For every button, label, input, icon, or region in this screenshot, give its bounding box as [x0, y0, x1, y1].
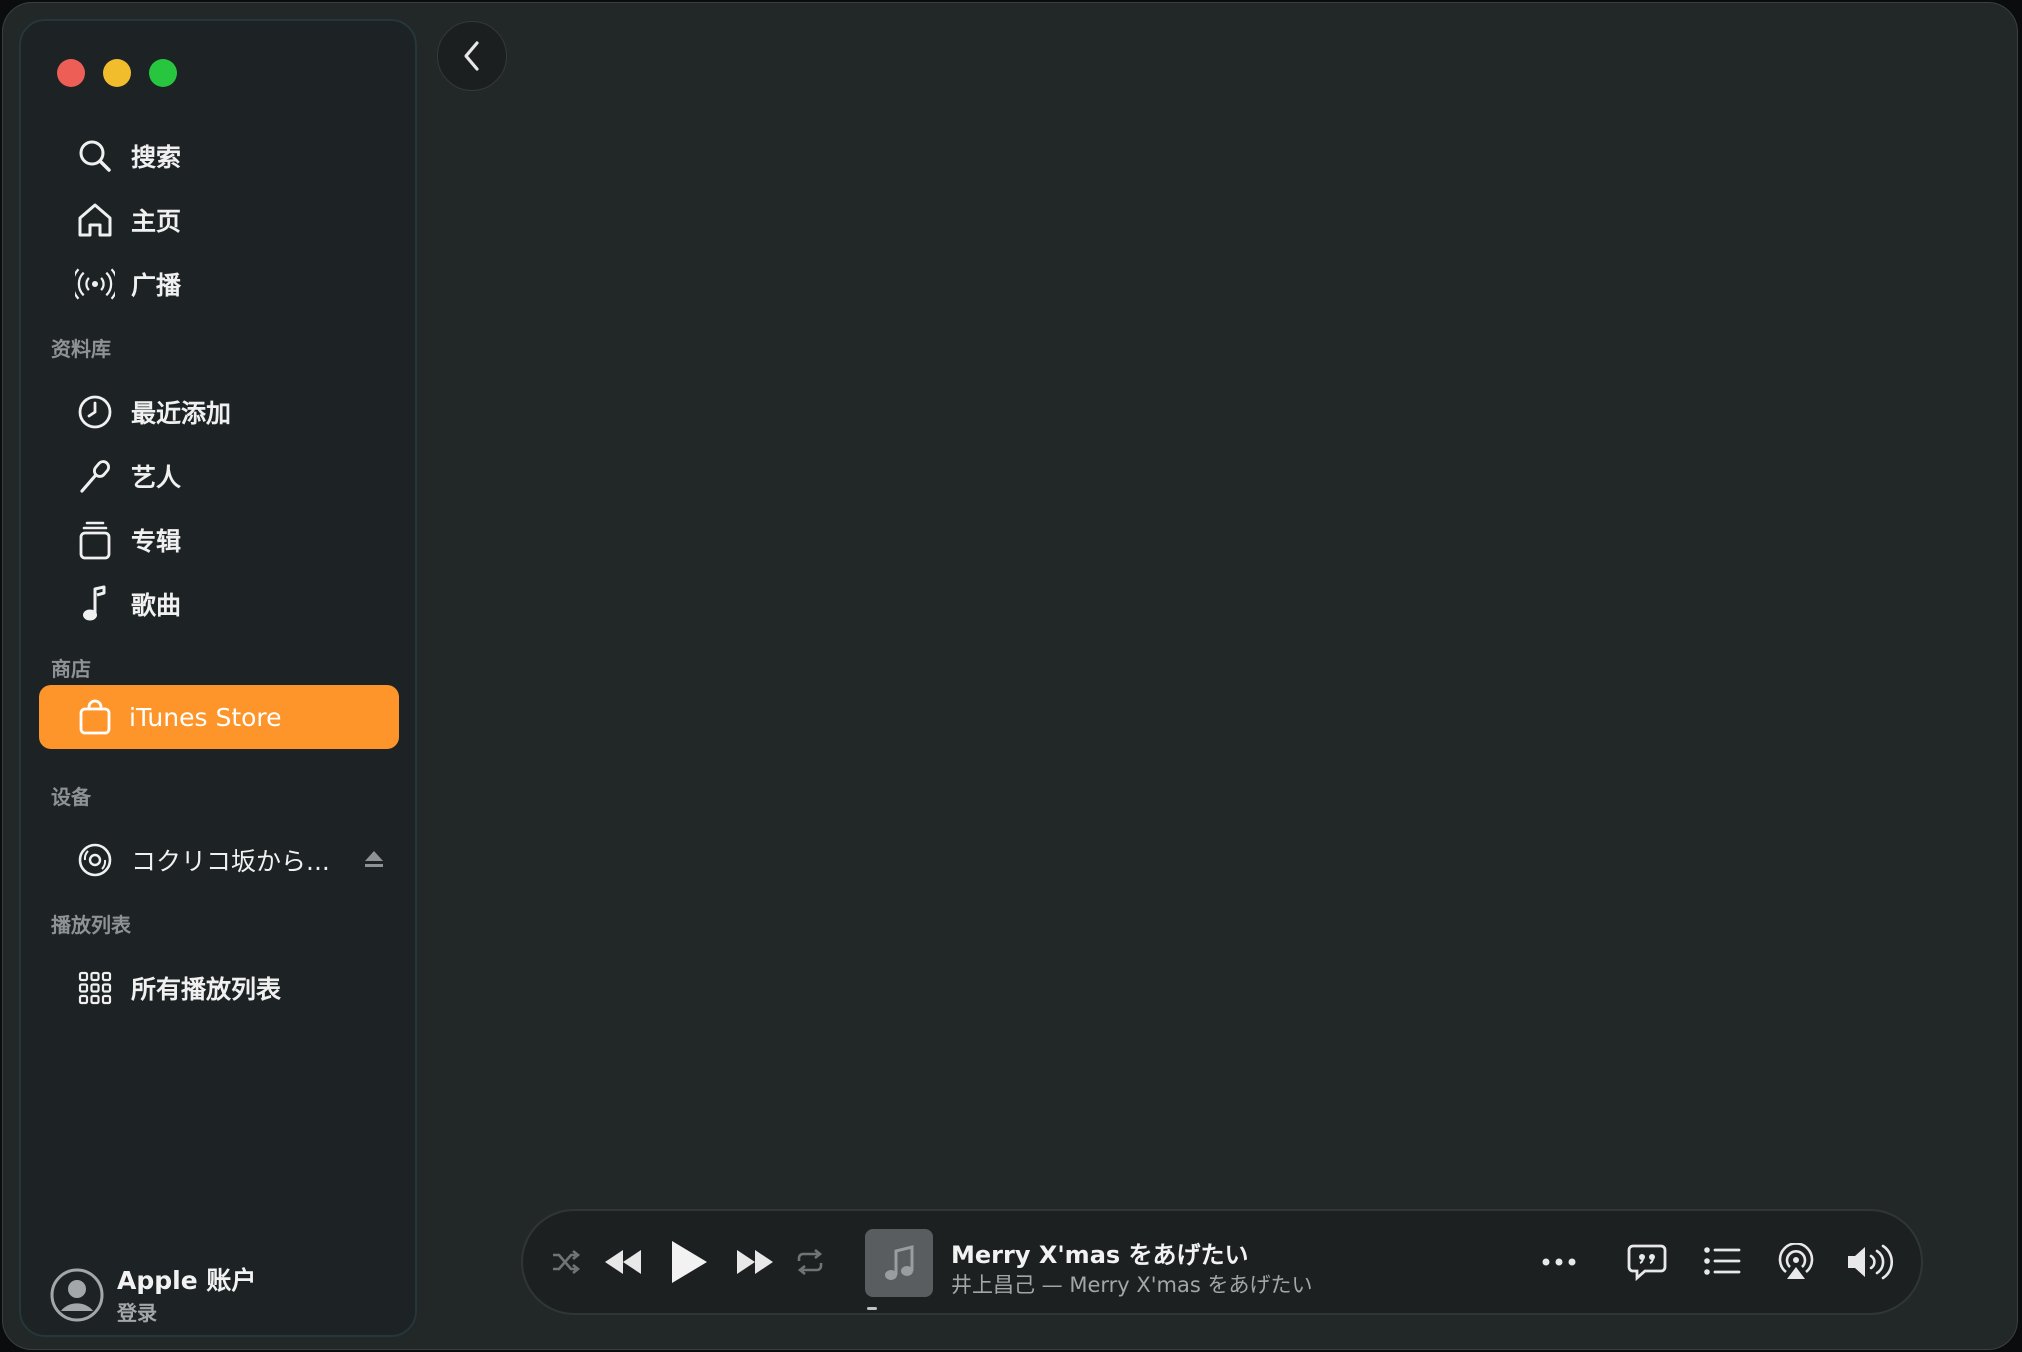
sidebar-item-radio[interactable]: 广播 — [41, 253, 401, 315]
list-icon — [1704, 1247, 1741, 1275]
sidebar-item-label: 专辑 — [131, 527, 182, 556]
avatar-icon — [49, 1267, 105, 1323]
ellipsis-icon — [1542, 1258, 1576, 1266]
now-playing-subtitle: 井上昌己 — Merry X'mas をあげたい — [951, 1273, 1313, 1297]
sidebar-item-label: 主页 — [131, 207, 182, 236]
shopping-bag-icon — [75, 697, 115, 737]
library-heading: 资料库 — [51, 337, 111, 361]
now-playing-title: Merry X'mas をあげたい — [951, 1241, 1249, 1269]
sidebar-item-label: コクリコ坂から... — [131, 847, 330, 876]
back-button[interactable] — [437, 21, 507, 91]
chevron-left-icon — [461, 40, 483, 72]
speaker-volume-icon — [1848, 1244, 1893, 1280]
sidebar-item-artists[interactable]: 艺人 — [41, 445, 401, 507]
repeat-icon — [797, 1249, 823, 1275]
music-window: 搜索 主页 广播 资料库 最近添加 艺人 专辑 歌曲 商店 iTunes Sto… — [2, 2, 2018, 1350]
lyrics-icon — [1627, 1244, 1667, 1281]
close-window-button[interactable] — [57, 59, 85, 87]
account-button[interactable]: Apple 账户 登录 — [49, 1266, 256, 1325]
broadcast-icon — [75, 264, 115, 304]
sidebar-item-all-playlists[interactable]: 所有播放列表 — [41, 957, 401, 1019]
sidebar-item-label: 所有播放列表 — [131, 975, 282, 1004]
lyrics-button[interactable] — [1627, 1243, 1667, 1281]
more-options-button[interactable] — [1541, 1257, 1577, 1267]
sidebar-item-itunes-store[interactable]: iTunes Store — [39, 685, 399, 749]
sidebar: 搜索 主页 广播 资料库 最近添加 艺人 专辑 歌曲 商店 iTunes Sto… — [19, 19, 417, 1337]
microphone-icon — [75, 456, 115, 496]
airplay-icon — [1778, 1243, 1814, 1279]
eject-icon[interactable] — [363, 849, 385, 869]
sidebar-item-home[interactable]: 主页 — [41, 189, 401, 251]
cd-icon — [75, 840, 115, 880]
search-icon — [75, 136, 115, 176]
sidebar-item-label: iTunes Store — [129, 702, 282, 732]
sidebar-item-recently-added[interactable]: 最近添加 — [41, 381, 401, 443]
sidebar-item-label: 最近添加 — [131, 399, 232, 428]
sidebar-item-label: 艺人 — [131, 463, 182, 492]
sidebar-item-search[interactable]: 搜索 — [41, 125, 401, 187]
clock-icon — [75, 392, 115, 432]
album-artwork[interactable] — [865, 1229, 933, 1297]
account-name: Apple 账户 — [117, 1266, 257, 1295]
airplay-button[interactable] — [1777, 1243, 1815, 1281]
previous-button[interactable] — [603, 1247, 643, 1277]
shuffle-button[interactable] — [551, 1249, 581, 1275]
player-bar: Merry X'mas をあげたい 井上昌己 — Merry X'mas をあげ… — [521, 1209, 1923, 1315]
sidebar-item-albums[interactable]: 专辑 — [41, 509, 401, 571]
playback-progress-bar[interactable] — [867, 1307, 877, 1310]
sidebar-item-device[interactable]: コクリコ坂から... — [41, 829, 401, 891]
shuffle-icon — [553, 1249, 581, 1275]
fast-forward-icon — [737, 1250, 773, 1274]
playlists-heading: 播放列表 — [51, 913, 131, 937]
album-stack-icon — [75, 520, 115, 560]
sidebar-item-label: 搜索 — [131, 143, 182, 172]
sidebar-item-songs[interactable]: 歌曲 — [41, 573, 401, 635]
sidebar-item-label: 广播 — [131, 271, 182, 300]
store-heading: 商店 — [51, 657, 91, 681]
next-button[interactable] — [735, 1247, 775, 1277]
repeat-button[interactable] — [795, 1249, 825, 1275]
maximize-window-button[interactable] — [149, 59, 177, 87]
play-icon — [672, 1241, 707, 1283]
queue-button[interactable] — [1703, 1245, 1741, 1277]
music-note-icon — [75, 584, 115, 624]
account-sign-in: 登录 — [117, 1301, 157, 1325]
home-icon — [75, 200, 115, 240]
rewind-icon — [605, 1250, 641, 1274]
grid-icon — [75, 968, 115, 1008]
play-button[interactable] — [669, 1239, 709, 1285]
volume-button[interactable] — [1845, 1243, 1897, 1281]
sidebar-item-label: 歌曲 — [131, 591, 182, 620]
music-note-icon — [882, 1243, 916, 1283]
minimize-window-button[interactable] — [103, 59, 131, 87]
devices-heading: 设备 — [51, 785, 91, 809]
